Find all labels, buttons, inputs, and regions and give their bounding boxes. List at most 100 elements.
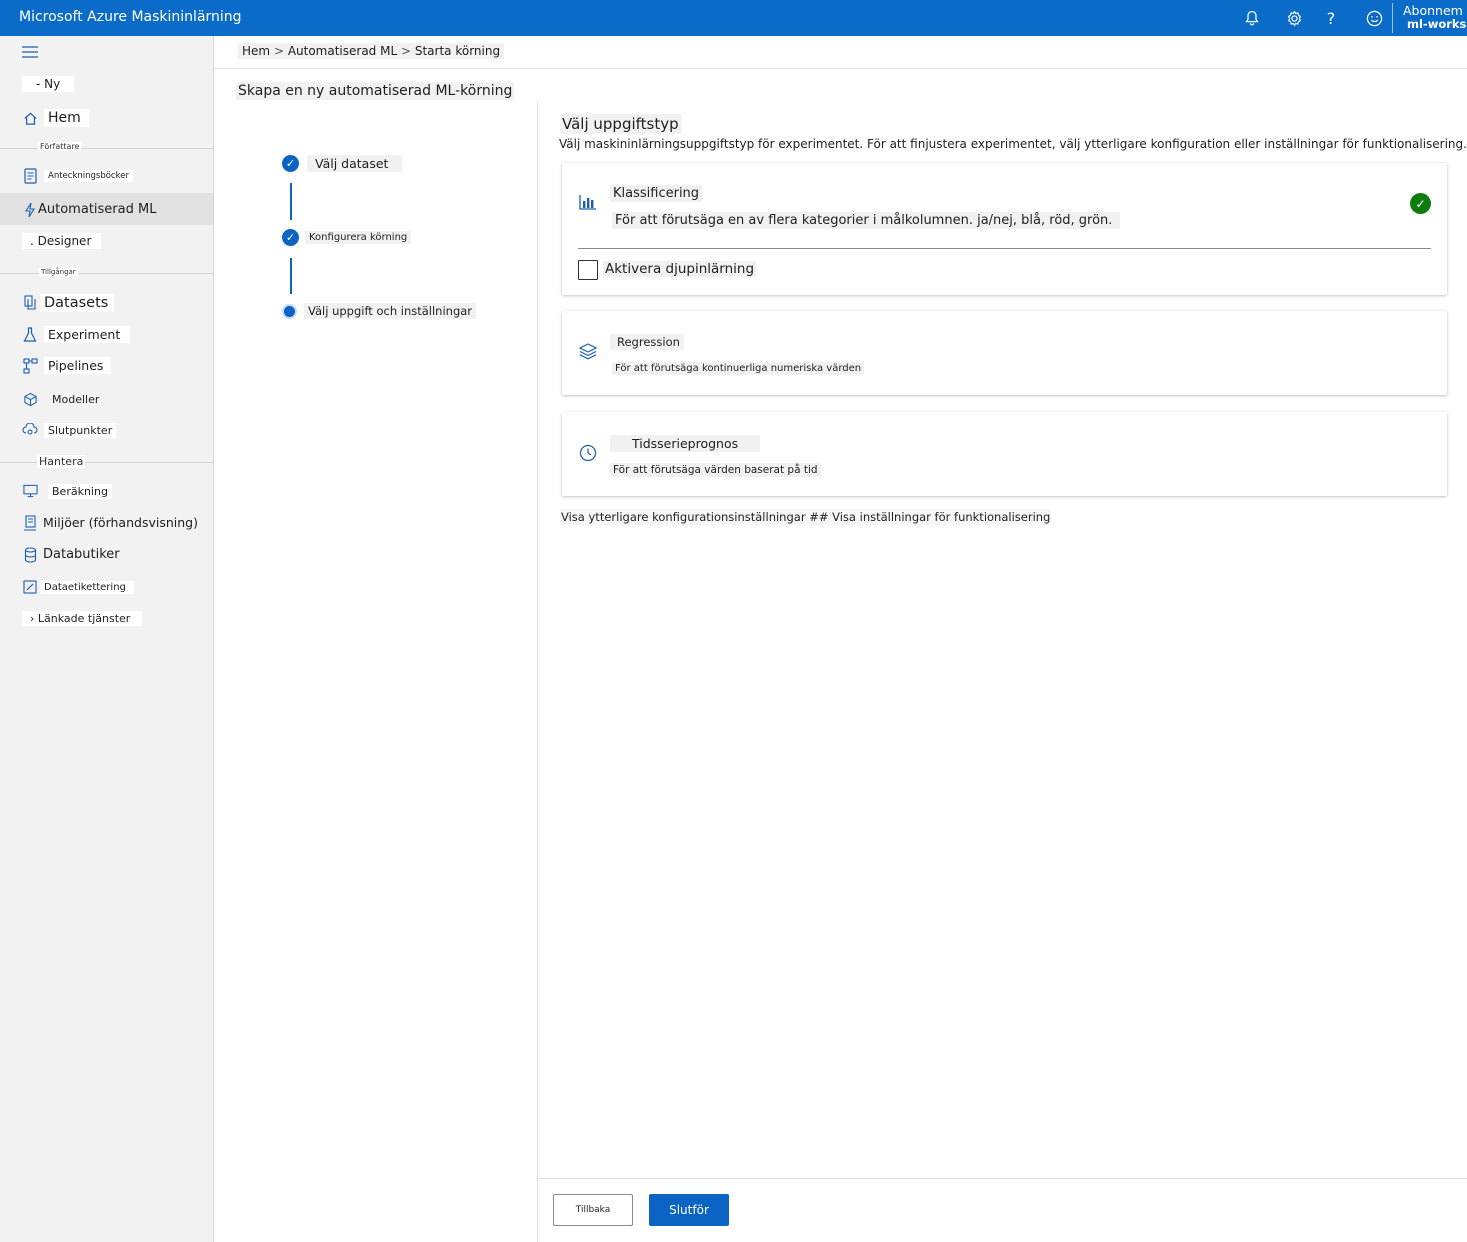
sidebar-item-automl[interactable]: Automatiserad ML xyxy=(22,201,160,218)
sidebar-item-datasets-label: Datasets xyxy=(40,294,115,312)
task-card-description: För att förutsäga värden baserat på tid xyxy=(610,463,821,477)
breadcrumb-automl[interactable]: Automatiserad ML xyxy=(288,44,397,58)
gear-icon[interactable] xyxy=(1283,7,1305,29)
clock-icon xyxy=(579,444,597,466)
sidebar-item-datastores-label: Databutiker xyxy=(43,547,120,562)
header-divider xyxy=(214,68,1467,69)
notebook-icon xyxy=(22,168,38,184)
task-card-name: Tidsserieprognos xyxy=(610,435,761,452)
step-configure-run[interactable]: ✓ Konfigurera körning xyxy=(282,229,412,246)
lightning-icon xyxy=(22,202,38,218)
sidebar-item-pipelines-label: Pipelines xyxy=(44,357,112,374)
finish-button[interactable]: Slutför xyxy=(649,1194,729,1226)
sidebar-divider xyxy=(0,273,213,274)
breadcrumb-home[interactable]: Hem xyxy=(242,44,270,58)
additional-settings-link[interactable]: Visa ytterligare konfigurationsinställni… xyxy=(560,509,1052,525)
step-label: Välj uppgift och inställningar xyxy=(304,303,477,319)
smiley-icon[interactable] xyxy=(1363,7,1385,29)
sidebar-item-linked-services-label: › Länkade tjänster xyxy=(22,611,143,626)
edit-label-icon xyxy=(22,579,38,595)
cube-icon xyxy=(22,391,38,407)
step-connector xyxy=(290,183,292,220)
step-current-dot-icon xyxy=(282,303,297,319)
panel-divider xyxy=(537,101,538,1242)
environment-icon xyxy=(22,514,38,531)
task-card-name: Klassificering xyxy=(610,185,703,202)
monitor-icon xyxy=(22,483,38,499)
sidebar-item-models[interactable]: Modeller xyxy=(22,391,103,407)
step-select-dataset[interactable]: ✓ Välj dataset xyxy=(282,155,403,172)
sidebar-item-labeling[interactable]: Dataetikettering xyxy=(22,579,134,595)
sidebar-item-endpoints-label: Slutpunkter xyxy=(44,422,117,438)
sidebar-section-author: Författare xyxy=(38,142,82,151)
sidebar-item-datasets[interactable]: Datasets xyxy=(22,294,115,312)
card-divider xyxy=(578,248,1431,249)
account-workspace: ml-worksp xyxy=(1407,17,1467,31)
step-task-settings[interactable]: Välj uppgift och inställningar xyxy=(282,303,477,319)
account-menu[interactable]: Abonnem ml-worksp xyxy=(1392,3,1467,33)
sidebar-item-datastores[interactable]: Databutiker xyxy=(22,546,124,563)
sidebar-item-designer[interactable]: . Designer xyxy=(22,233,102,249)
account-subscription: Abonnem xyxy=(1403,3,1463,18)
page-title: Skapa en ny automatiserad ML-körning xyxy=(236,82,515,100)
sidebar-divider xyxy=(0,462,213,463)
sidebar-item-new[interactable]: - Ny xyxy=(22,76,75,92)
bar-chart-icon xyxy=(579,194,597,214)
breadcrumb-separator: > xyxy=(273,44,288,58)
endpoint-icon xyxy=(22,422,38,438)
task-type-description: Välj maskininlärningsuppgiftstyp för exp… xyxy=(559,137,1467,151)
selected-check-icon: ✓ xyxy=(1410,193,1431,214)
step-label: Välj dataset xyxy=(307,155,403,172)
sidebar-item-experiments[interactable]: Experiment xyxy=(22,326,131,343)
sidebar-item-home-label: Hem xyxy=(44,109,89,127)
home-icon xyxy=(22,110,38,126)
flask-icon xyxy=(22,326,38,343)
sidebar-item-pipelines[interactable]: Pipelines xyxy=(22,357,112,374)
task-card-forecasting[interactable]: Tidsserieprognos För att förutsäga värde… xyxy=(562,412,1447,496)
task-card-regression[interactable]: Regression För att förutsäga kontinuerli… xyxy=(562,311,1447,395)
sidebar-item-endpoints[interactable]: Slutpunkter xyxy=(22,422,117,438)
sidebar-item-linked-services[interactable]: › Länkade tjänster xyxy=(22,611,143,626)
pipeline-icon xyxy=(22,357,38,374)
deep-learning-label[interactable]: Aktivera djupinlärning xyxy=(603,261,757,277)
sidebar-item-notebooks-label: Anteckningsböcker xyxy=(44,170,133,182)
task-card-classification[interactable]: Klassificering För att förutsäga en av f… xyxy=(562,163,1447,295)
bell-icon[interactable] xyxy=(1241,7,1263,29)
sidebar-item-compute[interactable]: Beräkning xyxy=(22,483,112,499)
hamburger-menu-icon[interactable] xyxy=(22,45,38,59)
sidebar-item-designer-label: . Designer xyxy=(22,233,102,249)
sidebar-item-environments[interactable]: Miljöer (förhandsvisning) xyxy=(22,514,202,531)
sidebar-item-automl-label: Automatiserad ML xyxy=(38,202,157,217)
step-done-check-icon: ✓ xyxy=(282,229,299,246)
sidebar-item-models-label: Modeller xyxy=(52,392,100,406)
task-card-description: För att förutsäga kontinuerliga numerisk… xyxy=(612,362,865,375)
app-title[interactable]: Microsoft Azure Maskininlärning xyxy=(19,9,242,25)
sidebar-item-compute-label: Beräkning xyxy=(48,483,112,499)
sidebar-section-assets: Tillgångar xyxy=(39,268,78,276)
back-button[interactable]: Tillbaka xyxy=(553,1194,633,1226)
breadcrumb: Hem > Automatiserad ML > Starta körning xyxy=(238,43,505,59)
layers-icon xyxy=(578,342,598,364)
task-card-description: För att förutsäga en av flera kategorier… xyxy=(612,212,1121,229)
deep-learning-checkbox[interactable] xyxy=(578,260,598,280)
sidebar-divider xyxy=(0,148,213,149)
sidebar-item-notebooks[interactable]: Anteckningsböcker xyxy=(22,168,133,184)
task-type-title: Välj uppgiftstyp xyxy=(560,114,681,134)
top-bar: Microsoft Azure Maskininlärning ? Abonne… xyxy=(0,0,1467,36)
sidebar-section-manage: Hantera xyxy=(37,455,86,468)
sidebar-item-environments-label: Miljöer (förhandsvisning) xyxy=(43,515,198,530)
sidebar-item-labeling-label: Dataetikettering xyxy=(40,580,134,594)
datasets-icon xyxy=(22,295,38,311)
sidebar-item-experiments-label: Experiment xyxy=(44,326,131,343)
sidebar-item-home[interactable]: Hem xyxy=(22,109,89,127)
breadcrumb-separator: > xyxy=(400,44,415,58)
step-connector xyxy=(290,258,292,294)
sidebar-item-new-label: - Ny xyxy=(22,76,75,92)
database-icon xyxy=(22,546,38,563)
breadcrumb-current: Starta körning xyxy=(414,44,501,58)
sidebar: - Ny Hem Författare Anteckningsböcker Au… xyxy=(0,36,214,1242)
step-label: Konfigurera körning xyxy=(305,231,412,244)
help-icon[interactable]: ? xyxy=(1320,7,1342,29)
step-done-check-icon: ✓ xyxy=(282,155,299,172)
footer-divider xyxy=(538,1178,1467,1179)
